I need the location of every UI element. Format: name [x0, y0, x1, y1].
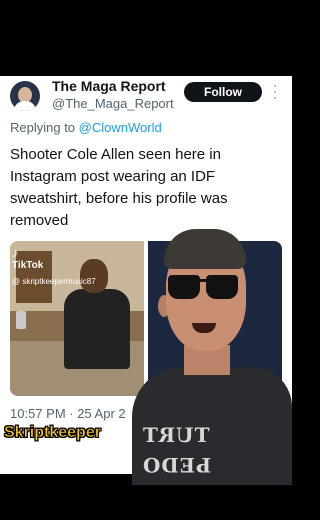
tiktok-username: @ skriptkeepermusic87	[12, 277, 96, 286]
overlay-person: TURT PEDO	[132, 225, 292, 485]
user-handle[interactable]: @The_Maga_Report	[52, 96, 174, 111]
reply-to-link[interactable]: @ClownWorld	[79, 120, 162, 135]
avatar-shirt	[14, 101, 36, 111]
shirt-text-line2: PEDO	[142, 453, 212, 477]
tweet-text: Shooter Cole Allen seen here in Instagra…	[10, 146, 228, 229]
more-options-icon[interactable]: · · ·	[270, 79, 280, 103]
photo-person-head	[80, 259, 108, 293]
display-name[interactable]: The Maga Report	[52, 78, 166, 94]
sunglasses-right-lens	[206, 275, 238, 299]
avatar[interactable]	[10, 81, 40, 111]
photo-person-body	[64, 289, 130, 369]
watermark-text: Skriptkeeper	[4, 424, 101, 442]
tweet-timestamp[interactable]: 10:57 PM · 25 Apr 2	[10, 406, 126, 421]
follow-button[interactable]: Follow	[184, 82, 262, 102]
reply-context: Replying to @ClownWorld	[10, 120, 162, 135]
photo-left[interactable]: ♪ TikTok @ skriptkeepermusic87	[10, 241, 144, 396]
sunglasses-bridge	[198, 279, 208, 282]
tiktok-logo: ♪ TikTok	[12, 245, 43, 271]
reply-prefix: Replying to	[10, 120, 76, 135]
photo-can	[16, 311, 26, 329]
overlay-hair	[164, 229, 246, 269]
shirt-text-line1: TURT	[142, 423, 210, 447]
sunglasses-left-lens	[168, 275, 200, 299]
tiktok-label: TikTok	[12, 260, 44, 271]
tiktok-icon: ♪	[12, 245, 19, 260]
